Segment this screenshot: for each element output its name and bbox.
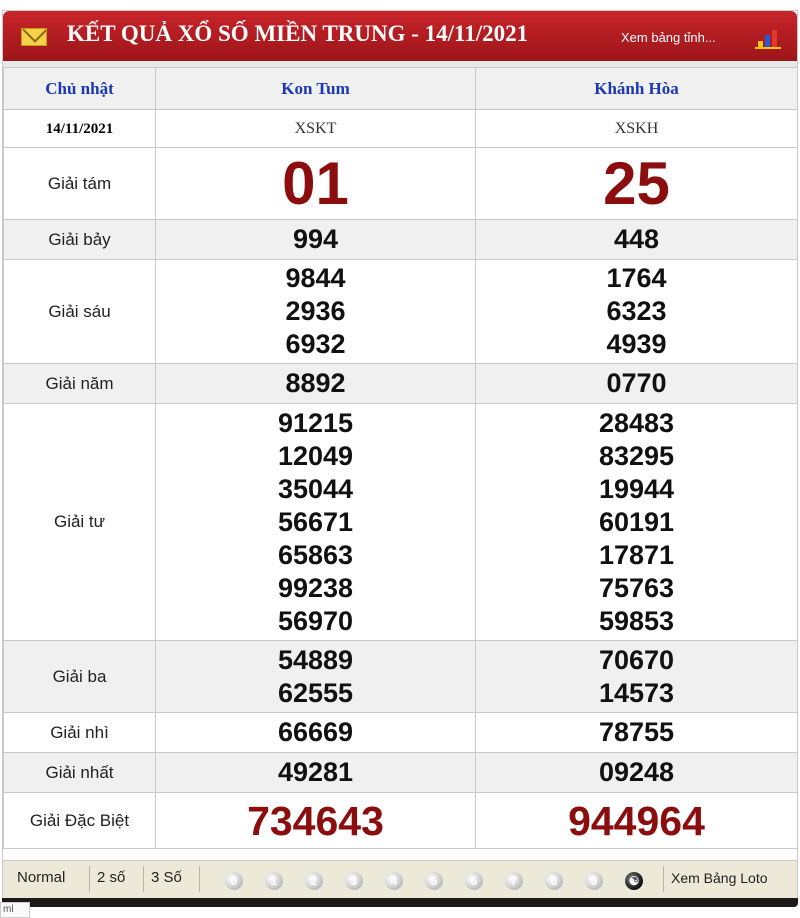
prize-number: 19944 (598, 473, 675, 504)
prize-number: 09248 (598, 757, 675, 787)
prize-number: 9844 (285, 263, 346, 293)
province-name[interactable]: Kon Tum (281, 79, 350, 98)
bar-chart-icon[interactable] (755, 29, 783, 49)
prize-label: Giải năm (45, 373, 114, 393)
digit-ball-1[interactable]: 1 (265, 872, 283, 890)
table-row: Giải năm 8892 0770 (3, 363, 798, 404)
prize-number: 56671 (277, 506, 354, 537)
prize-number: 0770 (606, 368, 667, 398)
digit-ball-8[interactable]: 8 (545, 872, 563, 890)
prize-number: 14573 (598, 677, 675, 708)
prize-number: 2936 (285, 296, 346, 326)
prize-number: 56970 (277, 605, 354, 636)
prize-number: 70670 (598, 644, 675, 675)
prize-number: 65863 (277, 539, 354, 570)
prize-number: 99238 (277, 572, 354, 603)
prize-label: Giải nhì (50, 722, 109, 742)
results-panel: KẾT QUẢ XỔ SỐ MIỀN TRUNG - 14/11/2021 Xe… (2, 10, 798, 898)
draw-date: 14/11/2021 (45, 120, 114, 137)
prize-label: Giải tư (53, 512, 106, 531)
prize-number: 35044 (277, 473, 354, 504)
prize-number: 75763 (598, 572, 675, 603)
special-prize-number: 734643 (247, 797, 384, 844)
status-text: ml (0, 902, 30, 918)
table-row: Giải sáu 9844 2936 6932 1764 6323 4939 (3, 259, 798, 364)
page-title: KẾT QUẢ XỔ SỐ MIỀN TRUNG - 14/11/2021 (67, 21, 529, 46)
table-row: Giải bảy 994 448 (3, 219, 798, 260)
special-prize-number: 944964 (568, 797, 705, 844)
lottery-results-table: Chủ nhật Kon Tum Khánh Hòa 14/11/2021 XS… (3, 67, 798, 849)
province-code: XSKT (294, 119, 337, 137)
weekday-label: Chủ nhật (45, 78, 114, 98)
divider (89, 866, 90, 892)
digit-ball-4[interactable]: 4 (385, 872, 403, 890)
prize-number: 66669 (277, 717, 354, 747)
prize-number: 6932 (285, 329, 346, 359)
prize-number: 8892 (285, 368, 346, 398)
prize-number: 1764 (606, 263, 667, 293)
digit-ball-0[interactable]: 0 (225, 872, 243, 890)
table-row: Giải tư 91215 12049 35044 56671 65863 99… (3, 403, 798, 641)
three-digit-view-button[interactable]: 3 Số (151, 869, 182, 886)
panel-shadow (2, 898, 798, 907)
table-row: Giải nhì 66669 78755 (3, 712, 798, 753)
prize-number: 01 (282, 149, 349, 217)
prize-number: 59853 (598, 605, 675, 636)
prize-label: Giải nhất (45, 762, 114, 782)
prize-number: 17871 (598, 539, 675, 570)
digit-ball-2[interactable]: 2 (305, 872, 323, 890)
table-row: 14/11/2021 XSKT XSKH (3, 109, 798, 148)
prize-number: 49281 (277, 757, 354, 787)
prize-number: 448 (613, 224, 660, 254)
mail-icon (21, 28, 47, 46)
divider (199, 866, 200, 892)
prize-number: 78755 (598, 717, 675, 747)
results-header: KẾT QUẢ XỔ SỐ MIỀN TRUNG - 14/11/2021 Xe… (3, 11, 797, 61)
prize-number: 994 (292, 224, 339, 254)
prize-label: Giải ba (52, 666, 107, 686)
prize-number: 28483 (598, 407, 675, 438)
prize-number: 62555 (277, 677, 354, 708)
digit-ball-7[interactable]: 7 (505, 872, 523, 890)
prize-number: 25 (603, 149, 670, 217)
digit-ball-9[interactable]: 9 (585, 872, 603, 890)
province-code: XSKH (614, 119, 659, 137)
table-row: Giải tám 01 25 (3, 147, 798, 220)
prize-number: 6323 (606, 296, 667, 326)
prize-number: 4939 (606, 329, 667, 359)
divider (663, 866, 664, 892)
table-row: Giải nhất 49281 09248 (3, 752, 798, 793)
divider (143, 866, 144, 892)
yin-yang-icon[interactable]: ☯ (625, 872, 643, 890)
digit-ball-6[interactable]: 6 (465, 872, 483, 890)
prize-label: Giải sáu (48, 301, 111, 321)
two-digit-view-button[interactable]: 2 số (97, 869, 125, 886)
prize-number: 83295 (598, 440, 675, 471)
province-name[interactable]: Khánh Hòa (594, 79, 679, 98)
view-province-table-link[interactable]: Xem bảng tỉnh... (621, 30, 716, 45)
prize-label: Giải tám (47, 173, 112, 193)
prize-label: Giải Đặc Biệt (29, 810, 130, 830)
normal-view-button[interactable]: Normal (17, 869, 65, 886)
prize-number: 12049 (277, 440, 354, 471)
table-row: Giải ba 54889 62555 70670 14573 (3, 640, 798, 713)
number-filter-bar: Normal 2 số 3 Số 0 1 2 3 4 5 6 7 8 9 ☯ X… (3, 860, 797, 898)
digit-ball-5[interactable]: 5 (425, 872, 443, 890)
digit-ball-3[interactable]: 3 (345, 872, 363, 890)
prize-number: 91215 (277, 407, 354, 438)
prize-number: 60191 (598, 506, 675, 537)
table-row: Chủ nhật Kon Tum Khánh Hòa (3, 67, 798, 110)
prize-label: Giải bảy (48, 229, 111, 249)
table-row: Giải Đặc Biệt 734643 944964 (3, 792, 798, 849)
prize-number: 54889 (277, 644, 354, 675)
view-loto-table-link[interactable]: Xem Bảng Loto (671, 870, 768, 886)
